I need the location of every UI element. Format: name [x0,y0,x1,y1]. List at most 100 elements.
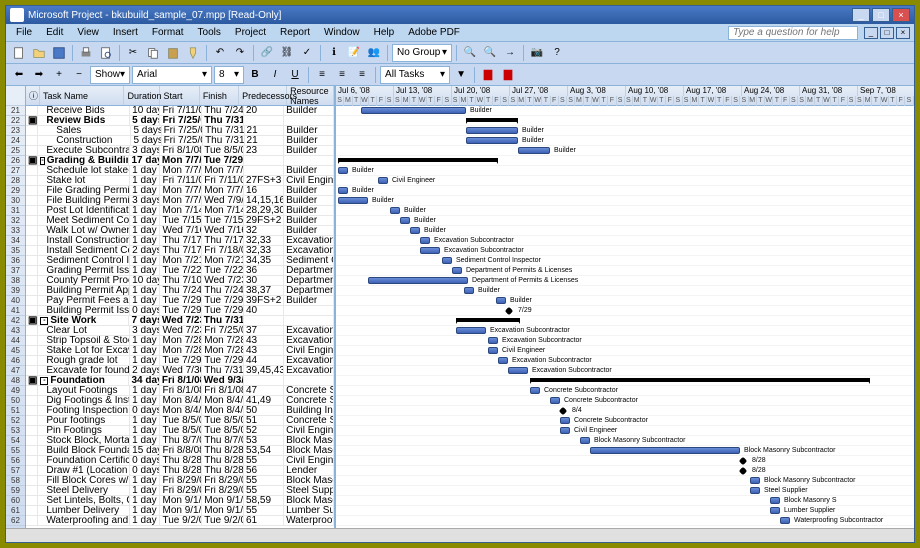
row-number[interactable]: 30 [6,196,25,206]
notes-button[interactable]: 📝 [345,44,363,62]
row-number[interactable]: 23 [6,126,25,136]
menu-format[interactable]: Format [146,25,190,40]
row-number[interactable]: 59 [6,486,25,496]
task-bar[interactable] [361,107,466,114]
task-bar[interactable] [456,327,486,334]
task-row[interactable]: File Grading Permit Application 1 day Mo… [26,186,334,196]
task-bar[interactable] [518,147,550,154]
print-button[interactable] [77,44,95,62]
task-bar[interactable] [770,497,780,504]
row-number[interactable]: 60 [6,496,25,506]
row-number[interactable]: 31 [6,206,25,216]
underline-button[interactable]: U [286,66,304,84]
menu-insert[interactable]: Insert [107,25,144,40]
col-res[interactable]: Resource Names [287,86,334,105]
row-number[interactable]: 38 [6,276,25,286]
task-bar[interactable] [378,177,388,184]
task-bar[interactable] [498,357,508,364]
task-bar[interactable] [590,447,740,454]
task-row[interactable]: Lumber Delivery 1 day Mon 9/1/08 Mon 9/1… [26,506,334,516]
undo-button[interactable]: ↶ [211,44,229,62]
task-row[interactable]: Stake lot 1 day Fri 7/11/08 Fri 7/11/08 … [26,176,334,186]
row-number[interactable]: 51 [6,406,25,416]
task-row[interactable]: Sales 5 days Fri 7/25/08 Thu 7/31/08 21 … [26,126,334,136]
row-number[interactable]: 28 [6,176,25,186]
task-bar[interactable] [338,187,348,194]
row-number[interactable]: 47 [6,366,25,376]
row-number[interactable]: 27 [6,166,25,176]
row-number[interactable]: 45 [6,346,25,356]
menu-view[interactable]: View [71,25,105,40]
row-number[interactable]: 48 [6,376,25,386]
task-bar[interactable] [420,237,430,244]
row-number[interactable]: 39 [6,286,25,296]
task-row[interactable]: Dig Footings & Install Reinforcing 1 day… [26,396,334,406]
task-bar[interactable] [466,137,518,144]
assign-button[interactable]: 👥 [365,44,383,62]
row-number[interactable]: 33 [6,226,25,236]
group-select[interactable]: No Group▾ [392,44,452,62]
row-number[interactable]: 40 [6,296,25,306]
task-bar[interactable] [550,397,560,404]
link-button[interactable]: 🔗 [258,44,276,62]
task-row[interactable]: Execute Subcontractor Agreeme 3 days Fri… [26,146,334,156]
task-row[interactable]: Set Lintels, Bolts, Cap Block 1 day Mon … [26,496,334,506]
pdf2-button[interactable] [499,66,517,84]
format-painter-button[interactable] [184,44,202,62]
menu-adobe[interactable]: Adobe PDF [402,25,466,40]
summary-bar[interactable] [466,118,518,122]
row-number[interactable]: 25 [6,146,25,156]
task-bar[interactable] [464,287,474,294]
copy-button[interactable] [144,44,162,62]
task-bar[interactable] [530,387,540,394]
row-number[interactable]: 43 [6,326,25,336]
col-duration[interactable]: Duration [124,86,160,105]
task-bar[interactable] [496,297,506,304]
row-number[interactable]: 53 [6,426,25,436]
milestone[interactable] [505,307,513,315]
task-row[interactable]: Post Lot Identification 1 day Mon 7/14/0… [26,206,334,216]
menu-project[interactable]: Project [229,25,272,40]
open-button[interactable] [30,44,48,62]
close-button[interactable]: × [892,8,910,22]
menu-report[interactable]: Report [274,25,316,40]
row-number[interactable]: 37 [6,266,25,276]
task-bar[interactable] [390,207,400,214]
row-number[interactable]: 36 [6,256,25,266]
row-number[interactable]: 21 [6,106,25,116]
task-row[interactable]: Build Block Foundation 15 days Fri 8/8/0… [26,446,334,456]
task-row[interactable]: Meet Sediment Control Inspector 1 day Tu… [26,216,334,226]
bold-button[interactable]: B [246,66,264,84]
row-number[interactable]: 22 [6,116,25,126]
milestone[interactable] [739,457,747,465]
col-indicator[interactable]: ⓘ [26,86,40,105]
task-row[interactable]: Excavate for foundation 2 days Wed 7/30/… [26,366,334,376]
align-left-button[interactable]: ≡ [313,66,331,84]
task-row[interactable]: Building Permit Issued 0 days Tue 7/29/0… [26,306,334,316]
task-bar[interactable] [452,267,462,274]
task-bar[interactable] [466,127,518,134]
task-row[interactable]: Stake Lot for Excavation 1 day Mon 7/28/… [26,346,334,356]
row-number[interactable]: 57 [6,466,25,476]
show-subtasks-button[interactable]: + [50,66,68,84]
task-bar[interactable] [750,487,760,494]
task-row[interactable]: Pin Footings 1 day Tue 8/5/08 Tue 8/5/08… [26,426,334,436]
task-row[interactable]: Install Sediment Controls 2 days Thu 7/1… [26,246,334,256]
task-row[interactable]: Fill Block Cores w/ Concrete 1 day Fri 8… [26,476,334,486]
save-button[interactable] [50,44,68,62]
zoom-out-button[interactable]: 🔍 [481,44,499,62]
task-row[interactable]: Grading Permit Issued 1 day Tue 7/22/08 … [26,266,334,276]
mdi-min[interactable]: _ [864,27,878,39]
summary-bar[interactable] [456,318,520,322]
task-row[interactable]: Steel Delivery 1 day Fri 8/29/08 Fri 8/2… [26,486,334,496]
paste-button[interactable] [164,44,182,62]
menu-file[interactable]: File [10,25,38,40]
row-number[interactable]: 62 [6,516,25,526]
row-number[interactable]: 56 [6,456,25,466]
show-select[interactable]: Show▾ [90,66,130,84]
task-row[interactable]: Receive Bids 10 days Fri 7/11/08 Thu 7/2… [26,106,334,116]
task-bar[interactable] [750,477,760,484]
scrollbar-horizontal[interactable] [6,528,914,542]
filter-select[interactable]: All Tasks▾ [380,66,450,84]
mdi-max[interactable]: □ [880,27,894,39]
